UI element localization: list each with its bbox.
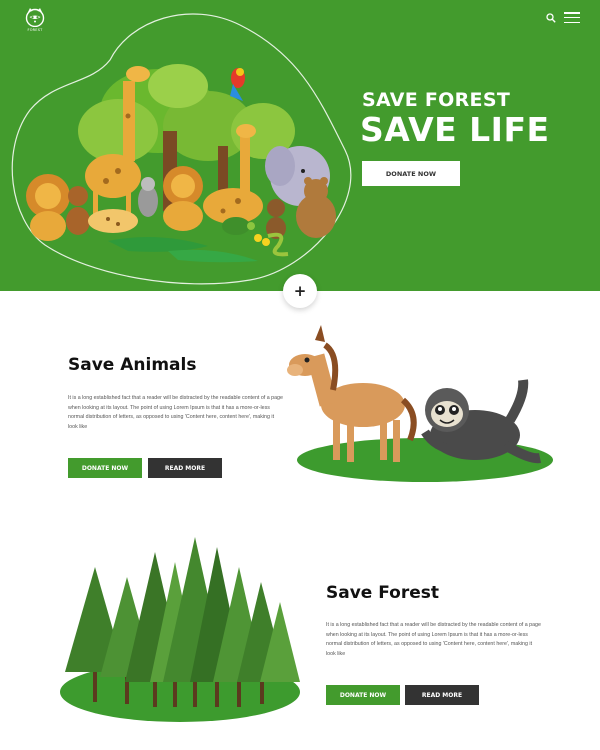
hero-section: FOREST SAVE FOREST SAVE LIFE DONATE NOW — [0, 0, 600, 291]
forest-donate-button[interactable]: DONATE NOW — [326, 685, 400, 705]
save-forest-text: It is a long established fact that a rea… — [326, 622, 541, 657]
hero-title: SAVE LIFE — [360, 110, 550, 149]
hero-donate-button[interactable]: DONATE NOW — [362, 161, 460, 186]
logo-text: FOREST — [27, 28, 43, 32]
forest-read-more-button[interactable]: READ MORE — [405, 685, 479, 705]
hero-animals-illustration — [26, 64, 336, 263]
save-forest-title: Save Forest — [326, 583, 440, 603]
horse-sloth-illustration — [287, 325, 553, 482]
hero-subtitle: SAVE FOREST — [362, 89, 511, 111]
raccoon-logo-icon — [25, 8, 45, 27]
menu-bar — [564, 16, 580, 19]
save-animals-title: Save Animals — [68, 355, 197, 375]
site-logo[interactable]: FOREST — [22, 7, 48, 32]
animals-donate-button[interactable]: DONATE NOW — [68, 458, 142, 478]
search-icon[interactable] — [546, 13, 556, 23]
forest-trees-illustration — [60, 537, 300, 722]
menu-bar — [564, 21, 580, 24]
menu-bar — [564, 12, 580, 14]
save-animals-text: It is a long established fact that a rea… — [68, 395, 283, 430]
menu-icon[interactable] — [564, 12, 580, 24]
plus-button[interactable]: + — [283, 274, 317, 308]
animals-read-more-button[interactable]: READ MORE — [148, 458, 222, 478]
